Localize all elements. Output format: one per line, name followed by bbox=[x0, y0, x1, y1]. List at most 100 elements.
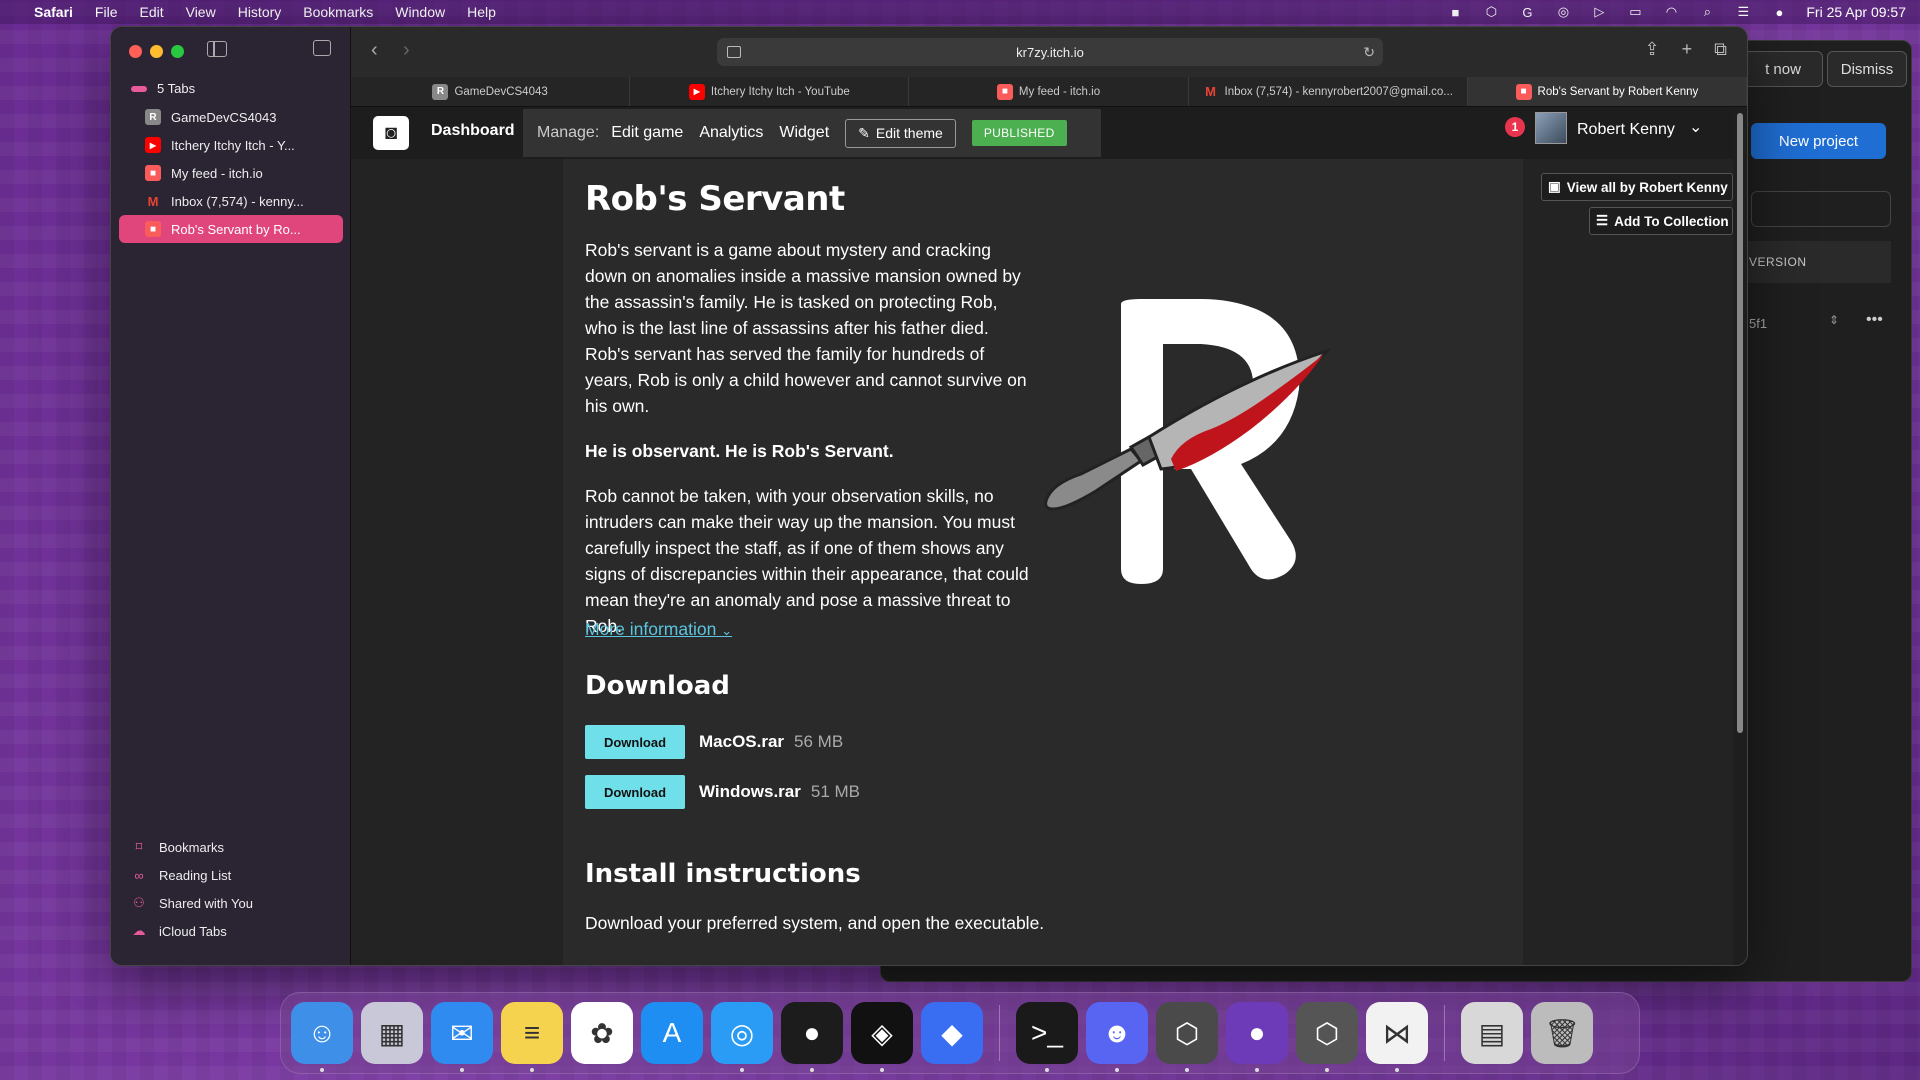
sidebar-tab-item[interactable]: M Inbox (7,574) - kenny... bbox=[119, 187, 343, 215]
forward-button[interactable]: › bbox=[403, 39, 410, 62]
menu-edit[interactable]: Edit bbox=[139, 4, 163, 20]
youtube-icon: ▶ bbox=[145, 137, 161, 153]
dismiss-button[interactable]: Dismiss bbox=[1827, 51, 1907, 87]
sidebar-tab-label: Inbox (7,574) - kenny... bbox=[171, 193, 304, 209]
browser-tab[interactable]: M Inbox (7,574) - kennyrobert2007@gmail.c… bbox=[1189, 77, 1468, 106]
share-icon[interactable]: ⇪ bbox=[1645, 39, 1660, 60]
launchpad-icon[interactable]: ▦ bbox=[361, 1002, 423, 1064]
itchio-icon: ■ bbox=[996, 83, 1013, 100]
tab-group-header[interactable]: 5 Tabs bbox=[131, 81, 195, 96]
menu-app-name[interactable]: Safari bbox=[34, 4, 73, 20]
sidebar-tab-item[interactable]: R GameDevCS4043 bbox=[119, 103, 343, 131]
sidebar-bottom-item[interactable]: ⌑ Bookmarks bbox=[131, 833, 253, 861]
more-options-icon[interactable]: ••• bbox=[1866, 311, 1883, 329]
edit-game-link[interactable]: Edit game bbox=[611, 124, 683, 142]
downloads-icon[interactable]: ▤ bbox=[1461, 1002, 1523, 1064]
unity-status-icon[interactable]: ⬡ bbox=[1482, 4, 1500, 19]
photos-icon[interactable]: ✿ bbox=[571, 1002, 633, 1064]
discord-icon[interactable]: ☻ bbox=[1086, 1002, 1148, 1072]
sidebar-bottom-item[interactable]: ☁ iCloud Tabs bbox=[131, 917, 253, 945]
dashboard-link[interactable]: Dashboard bbox=[431, 122, 515, 140]
wifi-icon[interactable]: ◠ bbox=[1662, 4, 1680, 19]
running-indicator bbox=[1185, 1068, 1189, 1072]
recorder-icon[interactable]: ● bbox=[781, 1002, 843, 1072]
camera-status-icon[interactable]: ■ bbox=[1446, 5, 1464, 20]
browser-tab[interactable]: ■ My feed - itch.io bbox=[909, 77, 1189, 106]
user-name[interactable]: Robert Kenny bbox=[1577, 121, 1675, 139]
menu-window[interactable]: Window bbox=[395, 4, 445, 20]
download-button[interactable]: Download bbox=[585, 725, 685, 759]
sort-arrows-icon[interactable]: ⇕ bbox=[1829, 313, 1839, 327]
chevron-down-icon[interactable]: ⌄ bbox=[1689, 117, 1702, 137]
mail-icon[interactable]: ✉ bbox=[431, 1002, 493, 1072]
browser-tab-label: Inbox (7,574) - kennyrobert2007@gmail.co… bbox=[1224, 85, 1453, 98]
page-scrollbar[interactable] bbox=[1733, 107, 1747, 965]
download-file-name: Windows.rar bbox=[699, 782, 801, 801]
menu-view[interactable]: View bbox=[186, 4, 216, 20]
sidebar-bottom-item[interactable]: ∞ Reading List bbox=[131, 861, 253, 889]
close-window-button[interactable] bbox=[129, 45, 142, 58]
sidebar-tab-item[interactable]: ■ Rob's Servant by Ro... bbox=[119, 215, 343, 243]
new-tab-icon[interactable]: + bbox=[1682, 39, 1693, 60]
terminal-icon[interactable]: >_ bbox=[1016, 1002, 1078, 1072]
github-icon[interactable]: ● bbox=[1226, 1002, 1288, 1072]
background-search-field[interactable] bbox=[1751, 191, 1891, 227]
menu-history[interactable]: History bbox=[238, 4, 282, 20]
trash-icon[interactable]: 🗑 bbox=[1531, 1002, 1593, 1064]
widget-link[interactable]: Widget bbox=[779, 124, 829, 142]
menu-file[interactable]: File bbox=[95, 4, 118, 20]
analytics-link[interactable]: Analytics bbox=[699, 124, 763, 142]
zoom-window-button[interactable] bbox=[171, 45, 184, 58]
app-store-icon[interactable]: A bbox=[641, 1002, 703, 1064]
sidebar-bottom-item[interactable]: ⚇ Shared with You bbox=[131, 889, 253, 917]
play-status-icon[interactable]: ▷ bbox=[1590, 4, 1608, 19]
unity-hub-icon[interactable]: ◈ bbox=[851, 1002, 913, 1072]
sync-status-icon[interactable]: ◎ bbox=[1554, 4, 1572, 19]
sidebar-tab-item[interactable]: ▶ Itchery Itchy Itch - Y... bbox=[119, 131, 343, 159]
page-settings-icon[interactable] bbox=[727, 46, 741, 58]
safari-icon[interactable]: ◎ bbox=[711, 1002, 773, 1072]
sidebar-toggle-icon[interactable] bbox=[207, 41, 227, 57]
unity-icon[interactable]: ⬡ bbox=[1156, 1002, 1218, 1072]
vscode-icon[interactable]: ⋈ bbox=[1366, 1002, 1428, 1072]
safari-window: 5 Tabs R GameDevCS4043 ▶ Itchery Itchy Itch… bbox=[110, 26, 1748, 966]
grammarly-status-icon[interactable]: G bbox=[1518, 5, 1536, 20]
menu-help[interactable]: Help bbox=[467, 4, 496, 20]
menu-clock[interactable]: Fri 25 Apr 09:57 bbox=[1806, 4, 1906, 20]
screen-mirror-icon[interactable]: ▭ bbox=[1626, 4, 1644, 19]
browser-tab[interactable]: ■ Rob's Servant by Robert Kenny bbox=[1467, 77, 1747, 106]
address-bar[interactable]: kr7zy.itch.io ↻ bbox=[717, 38, 1383, 66]
back-button[interactable]: ‹ bbox=[371, 39, 378, 62]
install-instructions-text: Download your preferred system, and open… bbox=[585, 913, 1045, 933]
unity6-icon[interactable]: ⬡ bbox=[1296, 1002, 1358, 1072]
itchio-icon: ■ bbox=[1515, 83, 1532, 100]
playlist-add-icon: ☰ bbox=[1596, 213, 1609, 228]
notification-badge[interactable]: 1 bbox=[1505, 117, 1525, 137]
spotlight-search-icon[interactable]: ⌕ bbox=[1698, 4, 1716, 19]
notes-icon[interactable]: ≡ bbox=[501, 1002, 563, 1072]
browser-tab[interactable]: R GameDevCS4043 bbox=[351, 77, 631, 106]
avatar[interactable] bbox=[1535, 112, 1567, 144]
control-center-icon[interactable]: ☰ bbox=[1734, 4, 1752, 19]
minimize-window-button[interactable] bbox=[150, 45, 163, 58]
edit-theme-button[interactable]: ✎ Edit theme bbox=[845, 118, 956, 148]
browser-tab[interactable]: ▶ Itchery Itchy Itch - YouTube bbox=[630, 77, 910, 106]
background-partial-button[interactable]: t now bbox=[1743, 51, 1823, 87]
reload-icon[interactable]: ↻ bbox=[1363, 44, 1375, 61]
published-badge[interactable]: PUBLISHED bbox=[971, 120, 1067, 146]
menu-bookmarks[interactable]: Bookmarks bbox=[303, 4, 373, 20]
roblox-icon[interactable]: ◆ bbox=[921, 1002, 983, 1064]
siri-icon[interactable]: ● bbox=[1770, 5, 1788, 20]
finder-icon[interactable]: ☺ bbox=[291, 1002, 353, 1072]
download-button[interactable]: Download bbox=[585, 775, 685, 809]
scrollbar-thumb[interactable] bbox=[1737, 113, 1743, 733]
manage-bar: Manage: Edit game Analytics Widget ✎ Edi… bbox=[523, 109, 1101, 157]
new-project-button[interactable]: New project bbox=[1751, 123, 1886, 159]
view-all-by-author-button[interactable]: ▣ View all by Robert Kenny bbox=[1541, 173, 1733, 201]
itch-logo-icon[interactable]: ◙ bbox=[373, 116, 409, 150]
sidebar-tab-item[interactable]: ■ My feed - itch.io bbox=[119, 159, 343, 187]
add-to-collection-button[interactable]: ☰ Add To Collection bbox=[1589, 207, 1733, 235]
tab-group-icon[interactable] bbox=[313, 40, 331, 56]
tab-overview-icon[interactable]: ⧉ bbox=[1714, 39, 1727, 60]
more-information-link[interactable]: More information ⌄ bbox=[585, 619, 732, 640]
